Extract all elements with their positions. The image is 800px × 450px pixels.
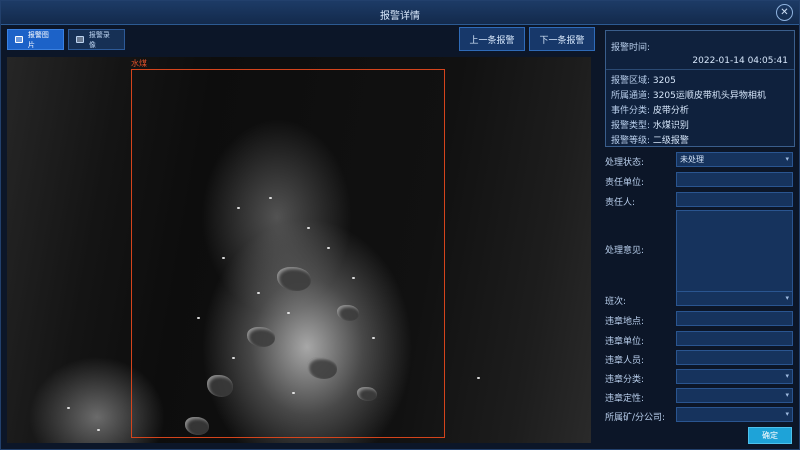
- close-icon: ✕: [780, 7, 789, 18]
- opinion-textarea[interactable]: [676, 210, 793, 296]
- info-row-area: 报警区域: 3205: [611, 73, 676, 86]
- water-reflection: [67, 407, 70, 409]
- info-row-alarm-level: 报警等级: 二级报警: [611, 133, 689, 146]
- window-title: 报警详情: [380, 11, 420, 22]
- prev-alarm-button[interactable]: 上一条报警: [459, 27, 525, 51]
- info-label: 报警区域:: [611, 76, 651, 86]
- close-button[interactable]: ✕: [776, 4, 793, 21]
- tab-label: 报警图片: [27, 30, 49, 49]
- shift-label: 班次:: [605, 297, 627, 307]
- info-value: 3205运顺皮带机头异物相机: [652, 91, 766, 101]
- status-label: 处理状态:: [605, 158, 645, 168]
- responsible-person-label: 责任人:: [605, 198, 636, 208]
- alarm-detail-window: 报警详情 ✕ 报警图片 报警录像 上一条报警 下一条报警 水煤 报警时间: 20…: [0, 0, 800, 450]
- tab-label: 报警录像: [88, 30, 110, 49]
- violator-label: 违章人员:: [605, 356, 645, 366]
- chevron-down-icon: ▾: [785, 410, 789, 418]
- detection-label: 水煤: [131, 59, 147, 68]
- info-value: 皮带分析: [652, 106, 689, 116]
- info-row-event-category: 事件分类: 皮带分析: [611, 103, 689, 116]
- shift-select[interactable]: ▾: [676, 291, 793, 306]
- responsible-unit-field[interactable]: [676, 172, 793, 187]
- responsible-unit-label: 责任单位:: [605, 178, 645, 188]
- responsible-person-field[interactable]: [676, 192, 793, 207]
- confirm-button[interactable]: 确定: [748, 427, 792, 444]
- info-value: 二级报警: [652, 136, 689, 146]
- water-reflection: [97, 429, 100, 431]
- chevron-down-icon: ▾: [785, 294, 789, 302]
- info-label: 报警等级:: [611, 136, 651, 146]
- image-icon: [15, 36, 23, 43]
- alarm-info-panel: 报警时间: 2022-01-14 04:05:41 报警区域: 3205 所属通…: [605, 30, 795, 147]
- info-row-alarm-type: 报警类型: 水煤识别: [611, 118, 689, 131]
- alarm-image: 水煤: [7, 57, 591, 443]
- tab-alarm-video[interactable]: 报警录像: [68, 29, 125, 50]
- violation-location-field[interactable]: [676, 311, 793, 326]
- chevron-down-icon: ▾: [785, 391, 789, 399]
- divider: [606, 69, 794, 70]
- violation-nature-label: 违章定性:: [605, 394, 645, 404]
- tab-alarm-image[interactable]: 报警图片: [7, 29, 64, 50]
- violation-unit-field[interactable]: [676, 331, 793, 346]
- violation-location-label: 违章地点:: [605, 317, 645, 327]
- info-label: 报警类型:: [611, 121, 651, 131]
- status-value: 未处理: [680, 155, 704, 164]
- opinion-label: 处理意见:: [605, 246, 645, 256]
- info-label: 事件分类:: [611, 106, 651, 116]
- mine-select[interactable]: ▾: [676, 407, 793, 422]
- title-bar: 报警详情 ✕: [1, 1, 799, 25]
- chevron-down-icon: ▾: [785, 155, 789, 163]
- info-value: 水煤识别: [652, 121, 689, 131]
- mine-label: 所属矿/分公司:: [605, 413, 666, 423]
- water-reflection: [477, 377, 480, 379]
- chevron-down-icon: ▾: [785, 372, 789, 380]
- info-label: 所属通道:: [611, 91, 651, 101]
- alarm-time-label: 报警时间:: [611, 43, 651, 53]
- next-alarm-button[interactable]: 下一条报警: [529, 27, 595, 51]
- detection-box: [131, 69, 445, 438]
- status-select[interactable]: 未处理 ▾: [676, 152, 793, 167]
- video-icon: [76, 36, 84, 43]
- violator-field[interactable]: [676, 350, 793, 365]
- violation-category-select[interactable]: ▾: [676, 369, 793, 384]
- info-row-channel: 所属通道: 3205运顺皮带机头异物相机: [611, 88, 766, 101]
- info-value: 3205: [652, 76, 676, 86]
- violation-nature-select[interactable]: ▾: [676, 388, 793, 403]
- alarm-time-value: 2022-01-14 04:05:41: [692, 56, 788, 66]
- violation-category-label: 违章分类:: [605, 375, 645, 385]
- violation-unit-label: 违章单位:: [605, 337, 645, 347]
